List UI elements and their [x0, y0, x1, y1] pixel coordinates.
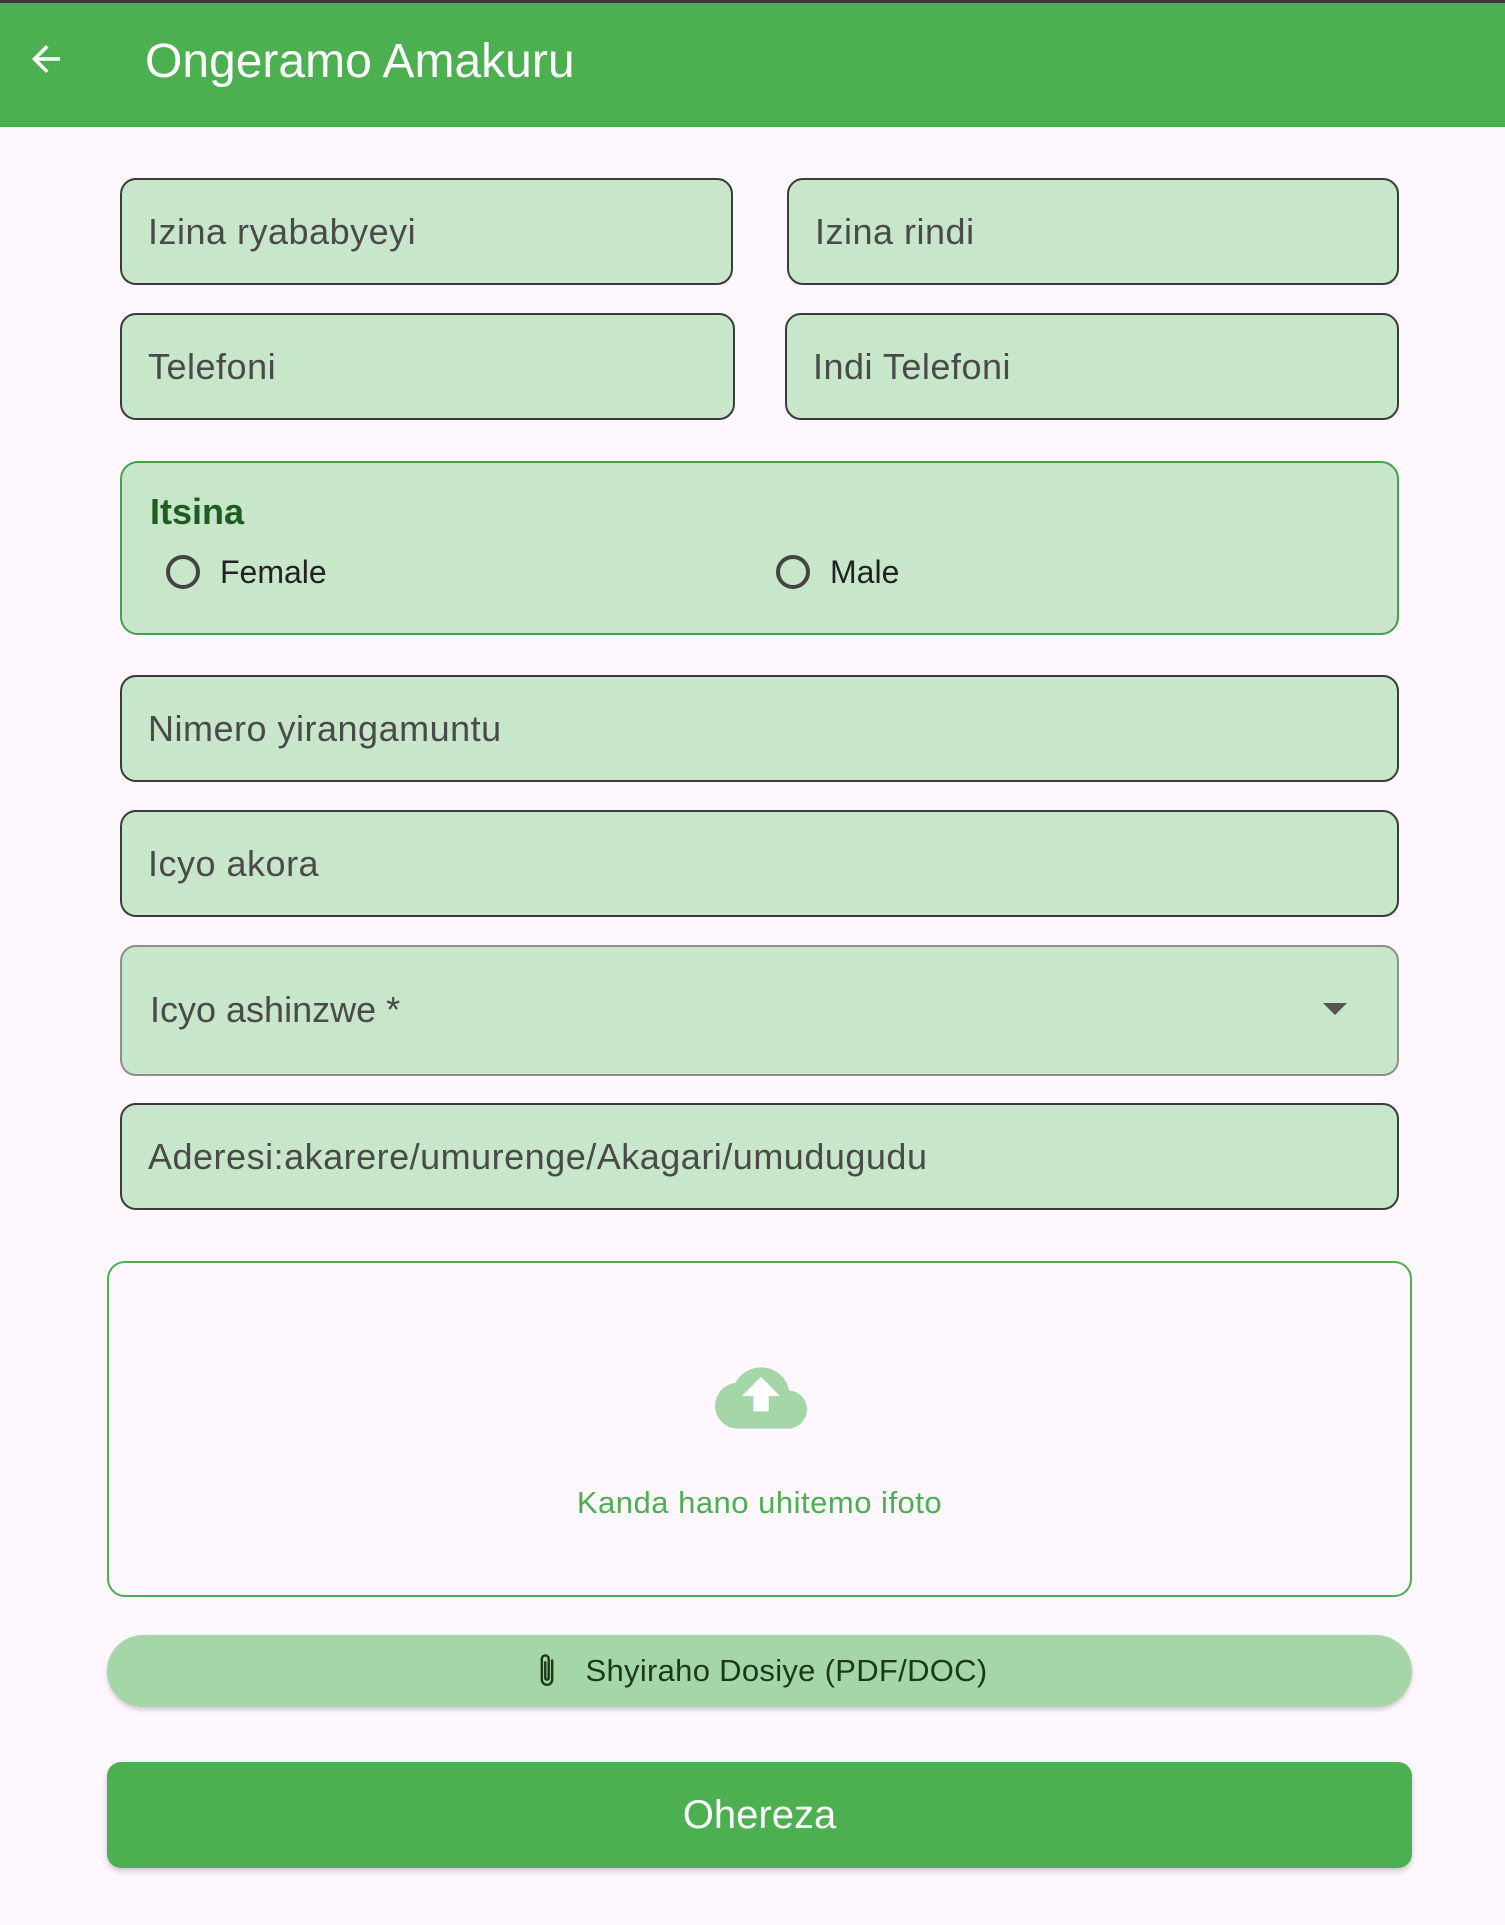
- radio-circle-icon[interactable]: [166, 555, 200, 589]
- dropdown-arrow-icon: [1323, 1003, 1347, 1015]
- attach-file-label: Shyiraho Dosiye (PDF/DOC): [585, 1653, 988, 1688]
- id-number-field[interactable]: [120, 675, 1399, 782]
- parent-name-input[interactable]: [122, 180, 731, 283]
- upload-hint-text: Kanda hano uhitemo ifoto: [576, 1485, 943, 1520]
- occupation-field[interactable]: [120, 810, 1399, 917]
- other-phone-field[interactable]: [785, 313, 1399, 420]
- back-button[interactable]: [18, 31, 74, 87]
- other-phone-input[interactable]: [787, 315, 1397, 418]
- gender-female-label: Female: [220, 553, 327, 590]
- app-bar: Ongeramo Amakuru: [0, 3, 1505, 127]
- phone-field[interactable]: [120, 313, 735, 420]
- gender-female-radio[interactable]: Female: [166, 547, 327, 597]
- radio-circle-icon[interactable]: [776, 555, 810, 589]
- gender-group: Itsina Female Male: [120, 461, 1399, 635]
- occupation-input[interactable]: [122, 812, 1397, 915]
- other-name-input[interactable]: [789, 180, 1397, 283]
- gender-label: Itsina: [150, 491, 245, 532]
- attach-file-button[interactable]: Shyiraho Dosiye (PDF/DOC): [107, 1635, 1412, 1707]
- gender-male-label: Male: [830, 553, 900, 590]
- submit-button[interactable]: Ohereza: [107, 1762, 1412, 1868]
- parent-name-field[interactable]: [120, 178, 733, 285]
- responsibility-dropdown-label: Icyo ashinzwe *: [150, 989, 401, 1030]
- paperclip-icon: [532, 1651, 562, 1691]
- other-name-field[interactable]: [787, 178, 1399, 285]
- phone-input[interactable]: [122, 315, 733, 418]
- page-title: Ongeramo Amakuru: [145, 35, 575, 88]
- id-number-input[interactable]: [122, 677, 1397, 780]
- gender-male-radio[interactable]: Male: [776, 547, 899, 597]
- submit-label: Ohereza: [682, 1792, 837, 1837]
- cloud-upload-icon: [715, 1367, 807, 1429]
- arrow-left-icon: [32, 45, 60, 73]
- address-field[interactable]: [120, 1103, 1399, 1210]
- responsibility-dropdown[interactable]: Icyo ashinzwe *: [120, 945, 1399, 1076]
- address-input[interactable]: [122, 1105, 1397, 1208]
- photo-upload-area[interactable]: Kanda hano uhitemo ifoto: [107, 1261, 1412, 1597]
